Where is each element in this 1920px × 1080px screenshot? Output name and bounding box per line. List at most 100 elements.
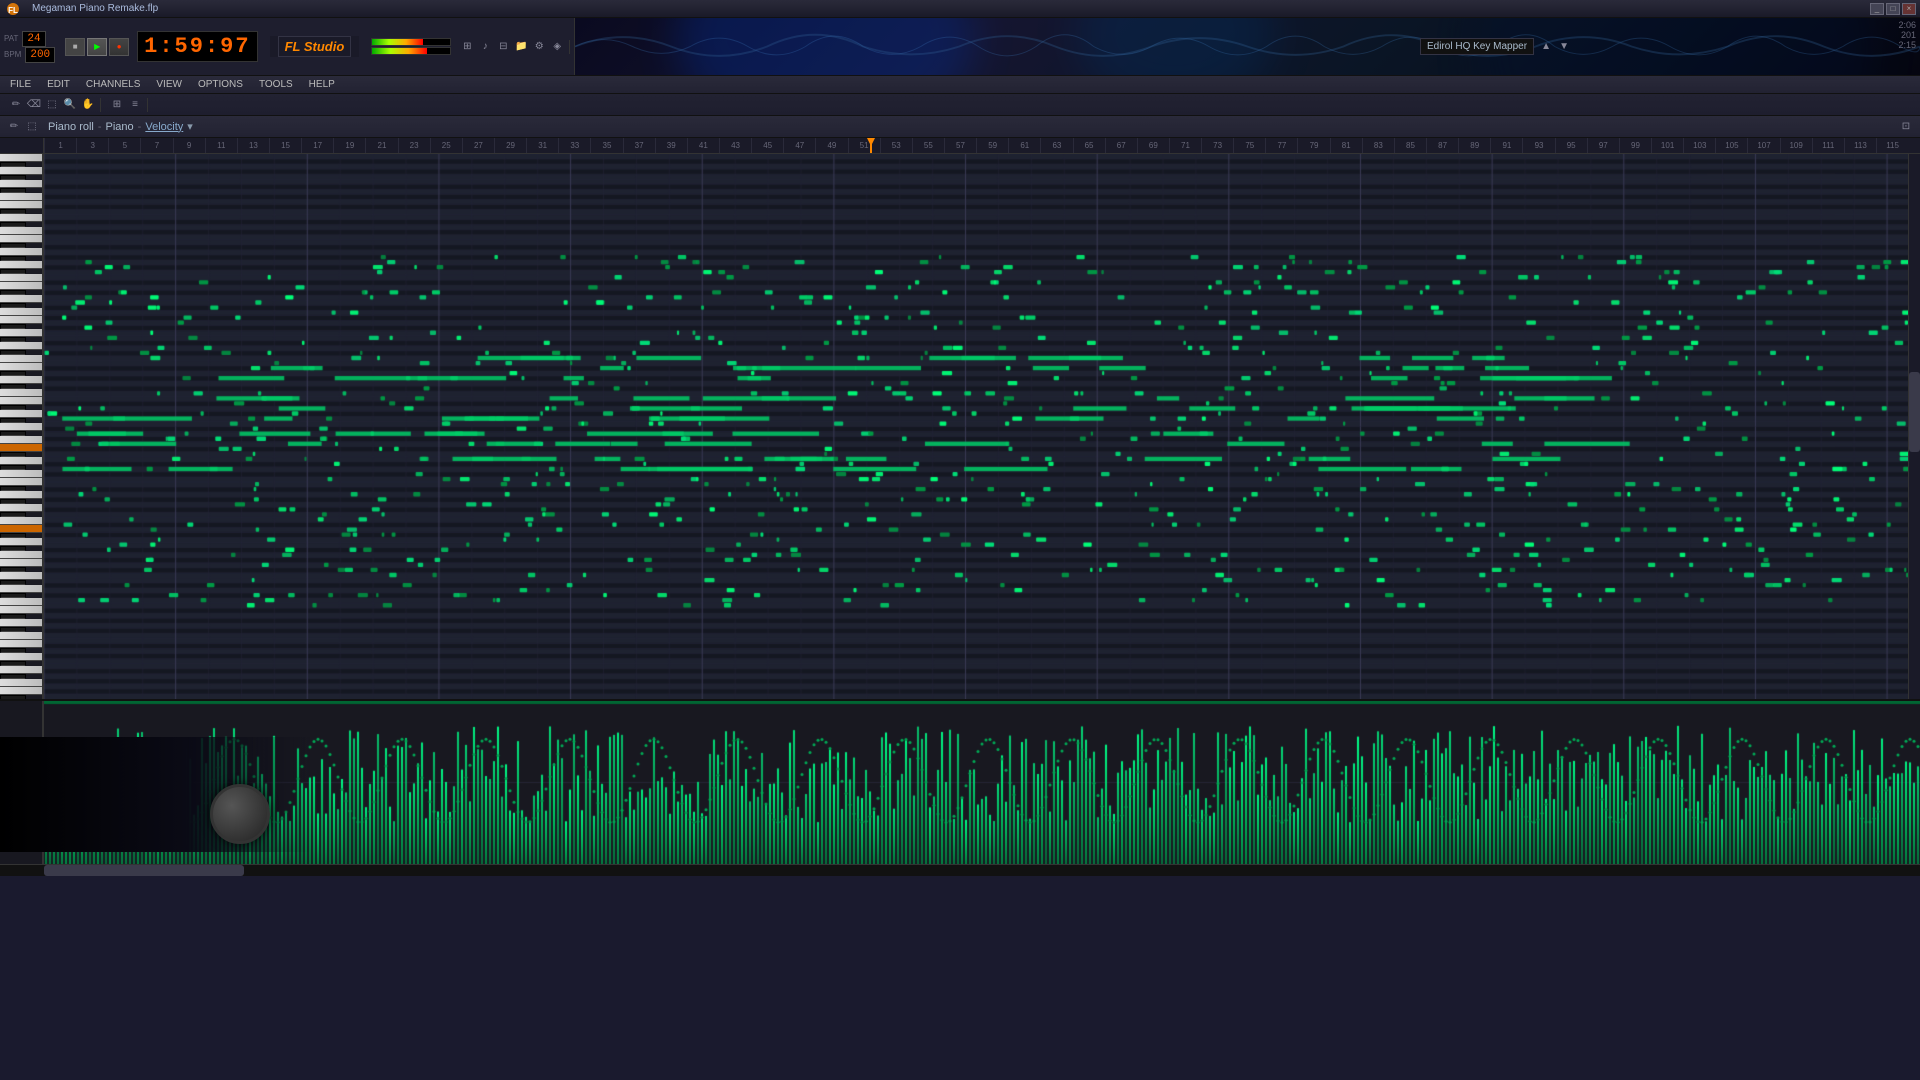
- piano-key-C5[interactable]: [0, 470, 44, 478]
- piano-key-E6[interactable]: [0, 363, 44, 371]
- vertical-scrollbar[interactable]: [1908, 154, 1920, 699]
- stop-button[interactable]: ■: [65, 38, 85, 56]
- piano-key-G6[interactable]: [0, 342, 44, 350]
- piano-key-B4[interactable]: [0, 478, 44, 486]
- piano-key-Gb3[interactable]: [0, 593, 26, 598]
- piano-key-Gb6[interactable]: [0, 350, 26, 355]
- vscroll-thumb[interactable]: [1909, 372, 1920, 452]
- menu-help[interactable]: HELP: [301, 78, 343, 91]
- piano-key-Eb2[interactable]: [0, 695, 26, 699]
- piano-key-E3[interactable]: [0, 606, 44, 614]
- piano-key-G7[interactable]: [0, 261, 44, 269]
- piano-key-B6[interactable]: [0, 316, 44, 324]
- piano-key-D6[interactable]: [0, 376, 44, 384]
- piano-key-A2[interactable]: [0, 653, 44, 661]
- piano-key-B5[interactable]: [0, 397, 44, 405]
- piano-key-Eb4[interactable]: [0, 533, 26, 538]
- piano-key-Ab7[interactable]: [0, 256, 26, 261]
- velocity-knob[interactable]: [210, 784, 270, 844]
- mixer-icon[interactable]: ⊞: [459, 40, 475, 54]
- menu-options[interactable]: OPTIONS: [190, 78, 251, 91]
- piano-key-Eb5[interactable]: [0, 452, 26, 457]
- pr-dropdown-icon[interactable]: ▾: [187, 120, 193, 133]
- piano-key-Bb6[interactable]: [0, 324, 26, 329]
- menu-edit[interactable]: EDIT: [39, 78, 78, 91]
- piano-key-A5[interactable]: [0, 410, 44, 418]
- channel-up-icon[interactable]: ▲: [1538, 40, 1554, 54]
- maximize-button[interactable]: □: [1886, 3, 1900, 15]
- note-grid[interactable]: [44, 154, 1920, 699]
- piano-key-Gb2[interactable]: [0, 674, 26, 679]
- piano-key-Db3[interactable]: [0, 627, 26, 632]
- pr-select-icon[interactable]: ⬚: [24, 120, 40, 134]
- piano-key-Eb6[interactable]: [0, 371, 26, 376]
- piano-key-D7[interactable]: [0, 295, 44, 303]
- eraser-icon[interactable]: ⌫: [26, 98, 42, 112]
- piano-key-C4[interactable]: [0, 551, 44, 559]
- pencil-icon[interactable]: ✏: [8, 98, 24, 112]
- piano-key-Bb3[interactable]: [0, 567, 26, 572]
- piano-key-A7[interactable]: [0, 248, 44, 256]
- piano-key-Ab2[interactable]: [0, 661, 26, 666]
- piano-key-Gb4[interactable]: [0, 512, 26, 517]
- piano-key-Gb5[interactable]: [0, 431, 26, 436]
- piano-key-Bb4[interactable]: [0, 486, 26, 491]
- pr-pencil-icon[interactable]: ✏: [6, 120, 22, 134]
- hscroll-thumb[interactable]: [44, 865, 244, 876]
- piano-roll-icon[interactable]: ♪: [477, 40, 493, 54]
- piano-key-Eb3[interactable]: [0, 614, 26, 619]
- piano-key-G4[interactable]: [0, 504, 44, 512]
- zoom-icon[interactable]: 🔍: [62, 98, 78, 112]
- piano-key-Bb8[interactable]: [0, 162, 26, 167]
- piano-key-F7[interactable]: [0, 274, 44, 282]
- record-button[interactable]: ●: [109, 38, 129, 56]
- piano-key-Eb8[interactable]: [0, 209, 26, 214]
- piano-key-B8[interactable]: [0, 154, 44, 162]
- snap-icon[interactable]: ⊞: [109, 98, 125, 112]
- piano-key-C6[interactable]: [0, 389, 44, 397]
- piano-key-D3[interactable]: [0, 619, 44, 627]
- pr-close-icon[interactable]: ⊡: [1898, 120, 1914, 134]
- piano-key-C7[interactable]: [0, 308, 44, 316]
- piano-key-E5[interactable]: [0, 444, 44, 452]
- menu-channels[interactable]: CHANNELS: [78, 78, 148, 91]
- settings-icon[interactable]: ◈: [549, 40, 565, 54]
- timeline-ruler[interactable]: 1357911131517192123252729313335373941434…: [0, 138, 1920, 154]
- piano-key-A4[interactable]: [0, 491, 44, 499]
- menu-file[interactable]: FILE: [2, 78, 39, 91]
- piano-key-F4[interactable]: [0, 517, 44, 525]
- piano-keys[interactable]: [0, 154, 44, 699]
- menu-view[interactable]: VIEW: [148, 78, 190, 91]
- velocity-area[interactable]: [44, 701, 1920, 864]
- piano-key-F5[interactable]: [0, 436, 44, 444]
- piano-key-C3[interactable]: [0, 632, 44, 640]
- piano-key-Bb7[interactable]: [0, 243, 26, 248]
- minimize-button[interactable]: _: [1870, 3, 1884, 15]
- piano-key-Db5[interactable]: [0, 465, 26, 470]
- piano-key-D5[interactable]: [0, 457, 44, 465]
- piano-key-Bb5[interactable]: [0, 405, 26, 410]
- piano-key-G3[interactable]: [0, 585, 44, 593]
- piano-key-Gb7[interactable]: [0, 269, 26, 274]
- piano-key-B3[interactable]: [0, 559, 44, 567]
- piano-key-A3[interactable]: [0, 572, 44, 580]
- piano-key-E2[interactable]: [0, 687, 44, 695]
- piano-key-D8[interactable]: [0, 214, 44, 222]
- horizontal-scrollbar[interactable]: [0, 864, 1920, 876]
- piano-key-E8[interactable]: [0, 201, 44, 209]
- piano-key-Bb2[interactable]: [0, 648, 26, 653]
- plugin-icon[interactable]: ⚙: [531, 40, 547, 54]
- piano-key-Db6[interactable]: [0, 384, 26, 389]
- piano-key-Eb7[interactable]: [0, 290, 26, 295]
- play-button[interactable]: ▶: [87, 38, 107, 56]
- piano-key-G5[interactable]: [0, 423, 44, 431]
- piano-key-C8[interactable]: [0, 227, 44, 235]
- piano-key-Ab3[interactable]: [0, 580, 26, 585]
- piano-key-Ab5[interactable]: [0, 418, 26, 423]
- piano-key-G8[interactable]: [0, 180, 44, 188]
- piano-key-Db4[interactable]: [0, 546, 26, 551]
- piano-key-B7[interactable]: [0, 235, 44, 243]
- pr-mode[interactable]: Velocity: [145, 121, 183, 133]
- piano-key-F3[interactable]: [0, 598, 44, 606]
- piano-key-F8[interactable]: [0, 193, 44, 201]
